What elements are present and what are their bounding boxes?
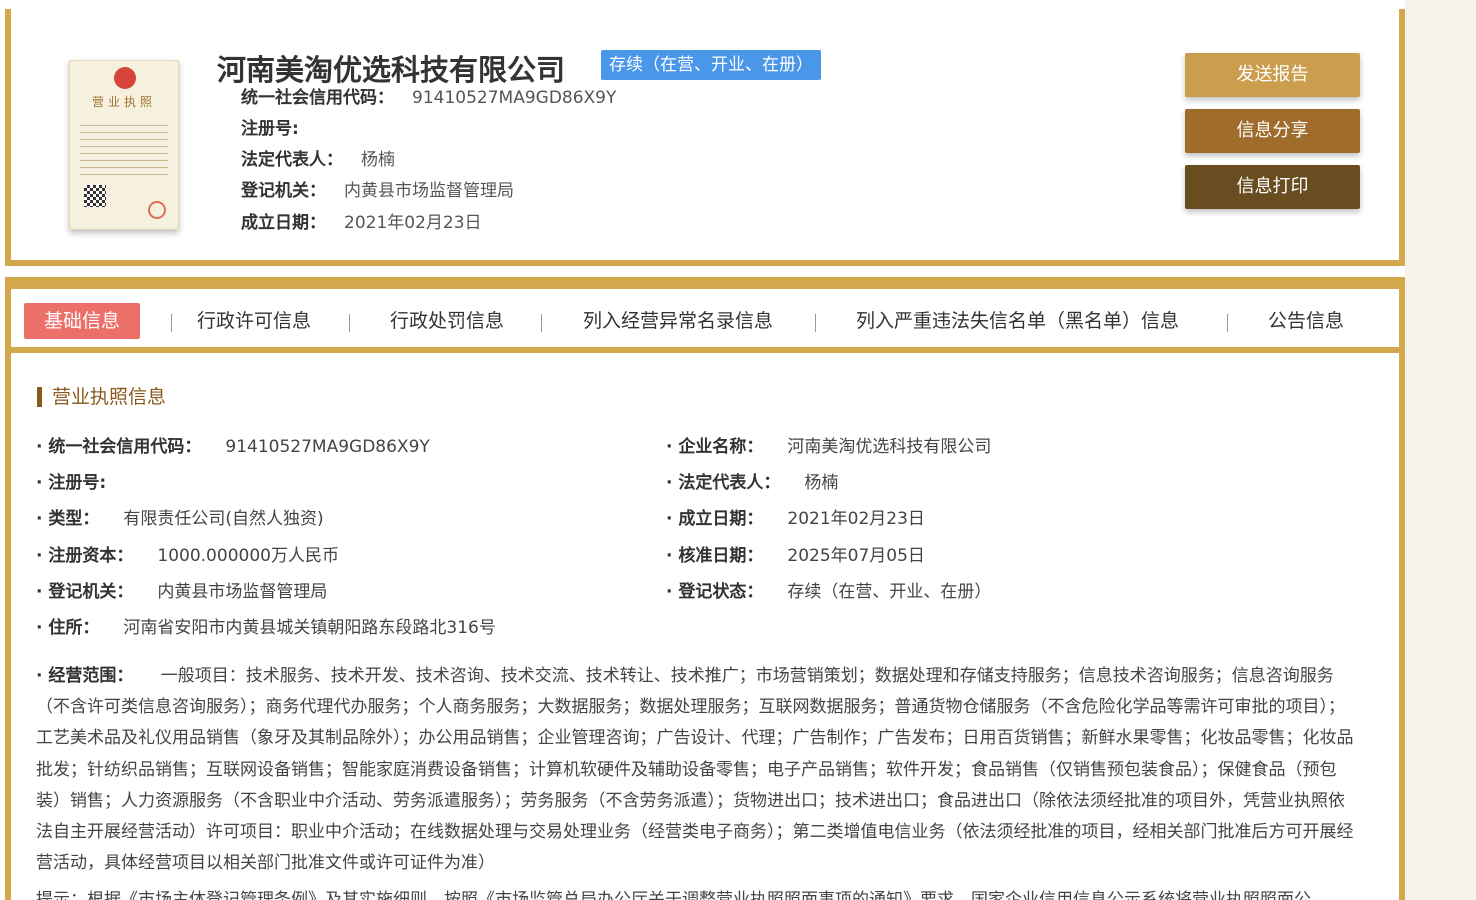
field-approval-date: 核准日期： 2025年07月05日 [666,541,925,566]
field-est-date-value: 2021年02月23日 [787,509,925,529]
tab-announcements[interactable]: 公告信息 [1268,303,1344,339]
business-license-thumbnail[interactable]: 营业执照 [69,60,179,230]
tab-separator [171,314,172,332]
field-legal-rep-value: 杨楠 [804,473,839,493]
header-legal-rep-label: 法定代表人： [241,150,343,170]
header-reg-authority: 登记机关： 内黄县市场监督管理局 [241,176,514,201]
field-reg-capital-label: 注册资本： [36,546,133,566]
tab-separator [349,314,350,332]
field-reg-status-value: 存续（在营、开业、在册） [787,582,992,602]
field-reg-authority-label: 登记机关： [36,582,133,602]
field-credit-code: 统一社会信用代码： 91410527MA9GD86X9Y [36,432,430,457]
info-tabs: 基础信息 行政许可信息 行政处罚信息 列入经营异常名录信息 列入严重违法失信名单… [11,289,1399,353]
official-seal-icon [148,201,166,219]
qr-code-icon [84,185,106,207]
field-credit-code-value: 91410527MA9GD86X9Y [225,437,430,457]
tab-separator [541,314,542,332]
field-legal-rep-label: 法定代表人： [666,473,780,493]
main-info-card: 基础信息 行政许可信息 行政处罚信息 列入经营异常名录信息 列入严重违法失信名单… [5,277,1405,900]
field-est-date: 成立日期： 2021年02月23日 [666,504,925,529]
tab-blacklist[interactable]: 列入严重违法失信名单（黑名单）信息 [856,303,1179,339]
field-reg-authority: 登记机关： 内黄县市场监督管理局 [36,577,327,602]
field-type: 类型： 有限责任公司(自然人独资) [36,504,324,529]
field-approval-date-label: 核准日期： [666,546,763,566]
national-emblem-icon [114,67,136,89]
field-est-date-label: 成立日期： [666,509,763,529]
header-est-date-label: 成立日期： [241,213,326,233]
header-reg-number-label: 注册号: [241,119,299,139]
license-image-title: 营业执照 [91,95,156,109]
field-reg-number-label: 注册号: [36,473,106,493]
field-business-scope: 经营范围： 一般项目：技术服务、技术开发、技术咨询、技术交流、技术转让、技术推广… [36,661,1356,879]
header-legal-rep-value: 杨楠 [361,150,395,170]
field-reg-status-label: 登记状态： [666,582,763,602]
field-type-value: 有限责任公司(自然人独资) [123,509,324,529]
tab-admin-penalty[interactable]: 行政处罚信息 [390,303,504,339]
field-address-value: 河南省安阳市内黄县城关镇朝阳路东段路北316号 [123,618,496,638]
status-badge: 存续（在营、开业、在册） [601,50,821,80]
header-est-date: 成立日期： 2021年02月23日 [241,208,482,233]
tab-abnormal-operation[interactable]: 列入经营异常名录信息 [583,303,773,339]
field-address: 住所： 河南省安阳市内黄县城关镇朝阳路东段路北316号 [36,613,496,638]
send-report-button[interactable]: 发送报告 [1185,53,1360,97]
header-reg-number: 注册号: [241,114,317,139]
tab-separator [815,314,816,332]
field-business-scope-label: 经营范围： [36,666,133,686]
header-legal-rep: 法定代表人： 杨楠 [241,145,395,170]
print-info-button[interactable]: 信息打印 [1185,165,1360,209]
field-reg-status: 登记状态： 存续（在营、开业、在册） [666,577,991,602]
header-credit-code: 统一社会信用代码： 91410527MA9GD86X9Y [241,83,616,108]
field-company-name-label: 企业名称： [666,437,763,457]
tab-basic-info[interactable]: 基础信息 [24,303,141,339]
field-type-label: 类型： [36,509,99,529]
tab-separator [1227,314,1228,332]
field-company-name-value: 河南美淘优选科技有限公司 [787,437,992,457]
company-header-card: 营业执照 河南美淘优选科技有限公司 存续（在营、开业、在册） 统一社会信用代码：… [5,9,1405,266]
header-credit-code-label: 统一社会信用代码： [241,88,394,108]
page-side-background [1405,0,1476,900]
section-title: 营业执照信息 [37,387,166,407]
header-est-date-value: 2021年02月23日 [344,213,482,233]
field-business-scope-value: 一般项目：技术服务、技术开发、技术咨询、技术交流、技术转让、技术推广；市场营销策… [36,666,1354,874]
field-reg-capital-value: 1000.000000万人民币 [157,546,339,566]
share-info-button[interactable]: 信息分享 [1185,109,1360,153]
field-approval-date-value: 2025年07月05日 [787,546,925,566]
header-credit-code-value: 91410527MA9GD86X9Y [412,88,617,108]
tab-admin-license[interactable]: 行政许可信息 [197,303,311,339]
field-reg-authority-value: 内黄县市场监督管理局 [157,582,328,602]
field-company-name: 企业名称： 河南美淘优选科技有限公司 [666,432,991,457]
field-reg-number: 注册号: [36,468,130,493]
notice-text: 提示：根据《市场主体登记管理条例》及其实施细则，按照《市场监管总局办公厅关于调整… [36,890,1311,900]
field-reg-capital: 注册资本： 1000.000000万人民币 [36,541,339,566]
header-reg-authority-label: 登记机关： [241,181,326,201]
field-address-label: 住所： [36,618,99,638]
license-text-lines [80,119,168,179]
field-legal-rep: 法定代表人： 杨楠 [666,468,838,493]
header-reg-authority-value: 内黄县市场监督管理局 [344,181,514,201]
field-credit-code-label: 统一社会信用代码： [36,437,201,457]
